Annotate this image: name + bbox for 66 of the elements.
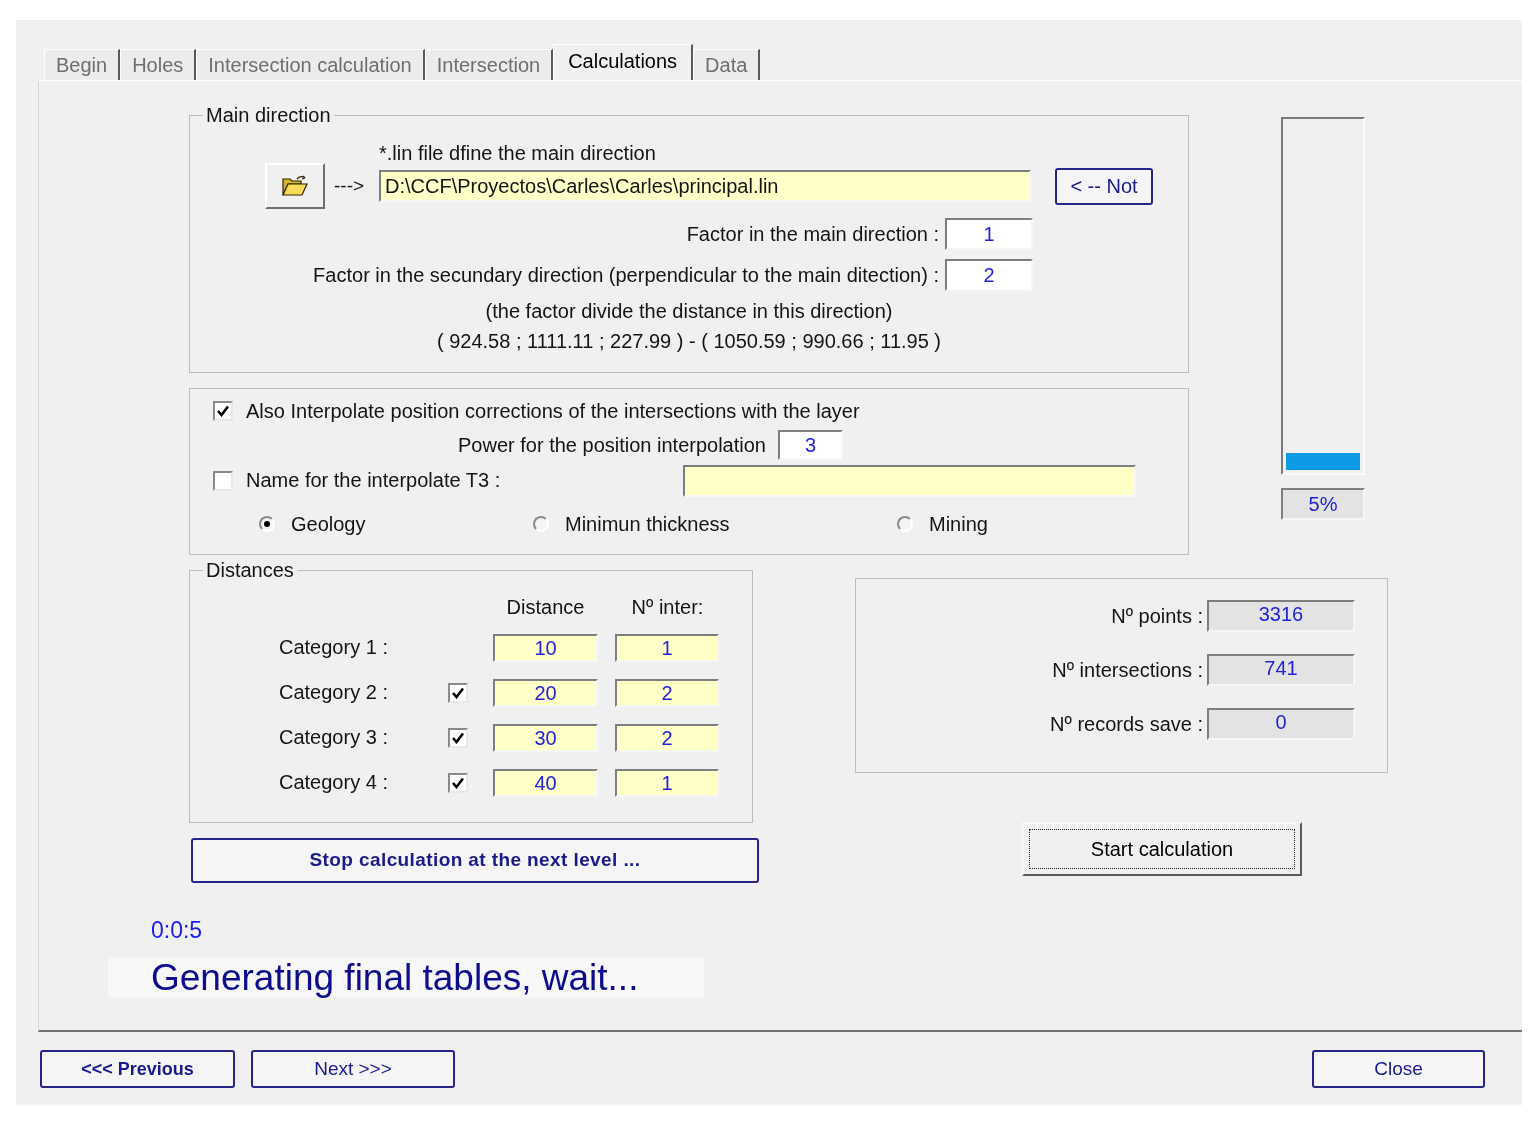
category-label: Category 3 : [279,725,388,748]
start-calculation-button[interactable]: Start calculation [1022,822,1302,876]
field-label: Factor in the secundary direction (perpendicular to the main ditection) : [313,264,939,286]
progress-reading: 5% [1281,488,1365,520]
factor-field[interactable]: 2 [945,259,1033,291]
stop-calculation-button[interactable]: Stop calculation at the next level ... [191,838,759,883]
nav-button[interactable]: Next >>> [251,1050,455,1088]
radio-button[interactable] [259,516,275,532]
tab[interactable]: Intersection [424,49,554,80]
power-field[interactable]: 3 [778,430,843,460]
nav-button[interactable]: <<< Previous [40,1050,235,1088]
checkbox[interactable] [448,728,468,748]
tab[interactable]: Data [693,49,761,80]
factor-field[interactable]: 1 [945,218,1033,250]
field-label: Factor in the main direction : [686,223,939,245]
intersections-field[interactable]: 1 [615,634,719,662]
stat-field: 741 [1207,654,1355,686]
field-label: *.lin file dfine the main direction [379,143,656,163]
coordinates-text: ( 924.58 ; 1111.11 ; 227.99 ) - ( 1050.59 ; 990.66 ; 11.95 ) [436,330,942,352]
not-button[interactable]: < -- Not [1055,167,1153,205]
stat-field: 0 [1207,708,1355,740]
radio-label: Minimun thickness [565,513,730,535]
column-header: Distance [506,596,585,618]
stat-label: Nº points : [1111,605,1203,627]
note-text: (the factor divide the distance in this direction) [485,300,893,322]
intersections-field[interactable]: 2 [615,679,719,707]
tab[interactable]: Begin [44,49,121,80]
arrow-label: ---> [334,176,366,196]
folder-icon [282,175,308,197]
distance-field[interactable]: 30 [493,724,598,752]
tab[interactable]: Intersection calculation [196,49,425,80]
elapsed-time: 0:0:5 [151,917,203,943]
checkmark-icon [452,777,464,789]
distance-field[interactable]: 40 [493,769,598,797]
file-path-field[interactable]: D:\CCF\Proyectos\Carles\Carles\principal.lin [379,170,1031,202]
intersections-field[interactable]: 2 [615,724,719,752]
tab[interactable]: Calculations [553,44,694,80]
intersections-field[interactable]: 1 [615,769,719,797]
checkbox-label: Also Interpolate position corrections of the intersections with the layer [246,400,860,422]
field-label: Power for the position interpolation [458,434,766,456]
checkbox[interactable] [448,683,468,703]
stat-field: 3316 [1207,600,1355,632]
checkmark-icon [452,732,464,744]
checkbox[interactable] [213,471,233,491]
tab[interactable]: Holes [120,49,197,80]
radio-button[interactable] [533,516,549,532]
stat-label: Nº records save : [1050,713,1203,735]
radio-button[interactable] [897,516,913,532]
distance-field[interactable]: 20 [493,679,598,707]
category-label: Category 2 : [279,680,388,703]
open-file-button[interactable] [265,163,325,209]
radio-label: Mining [929,513,988,535]
checkmark-icon [217,405,229,417]
checkbox[interactable] [213,401,233,421]
close-button[interactable]: Close [1312,1050,1485,1088]
checkbox[interactable] [448,773,468,793]
distance-field[interactable]: 10 [493,634,598,662]
category-label: Category 1 : [279,635,388,658]
category-label: Category 4 : [279,770,388,793]
t3-name-field[interactable] [683,465,1136,497]
checkmark-icon [452,687,464,699]
status-message: Generating final tables, wait... [108,958,704,998]
checkbox-label: Name for the interpolate T3 : [246,468,501,491]
radio-label: Geology [291,513,366,535]
stat-label: Nº intersections : [1052,659,1203,681]
column-header: Nº inter: [631,596,704,618]
